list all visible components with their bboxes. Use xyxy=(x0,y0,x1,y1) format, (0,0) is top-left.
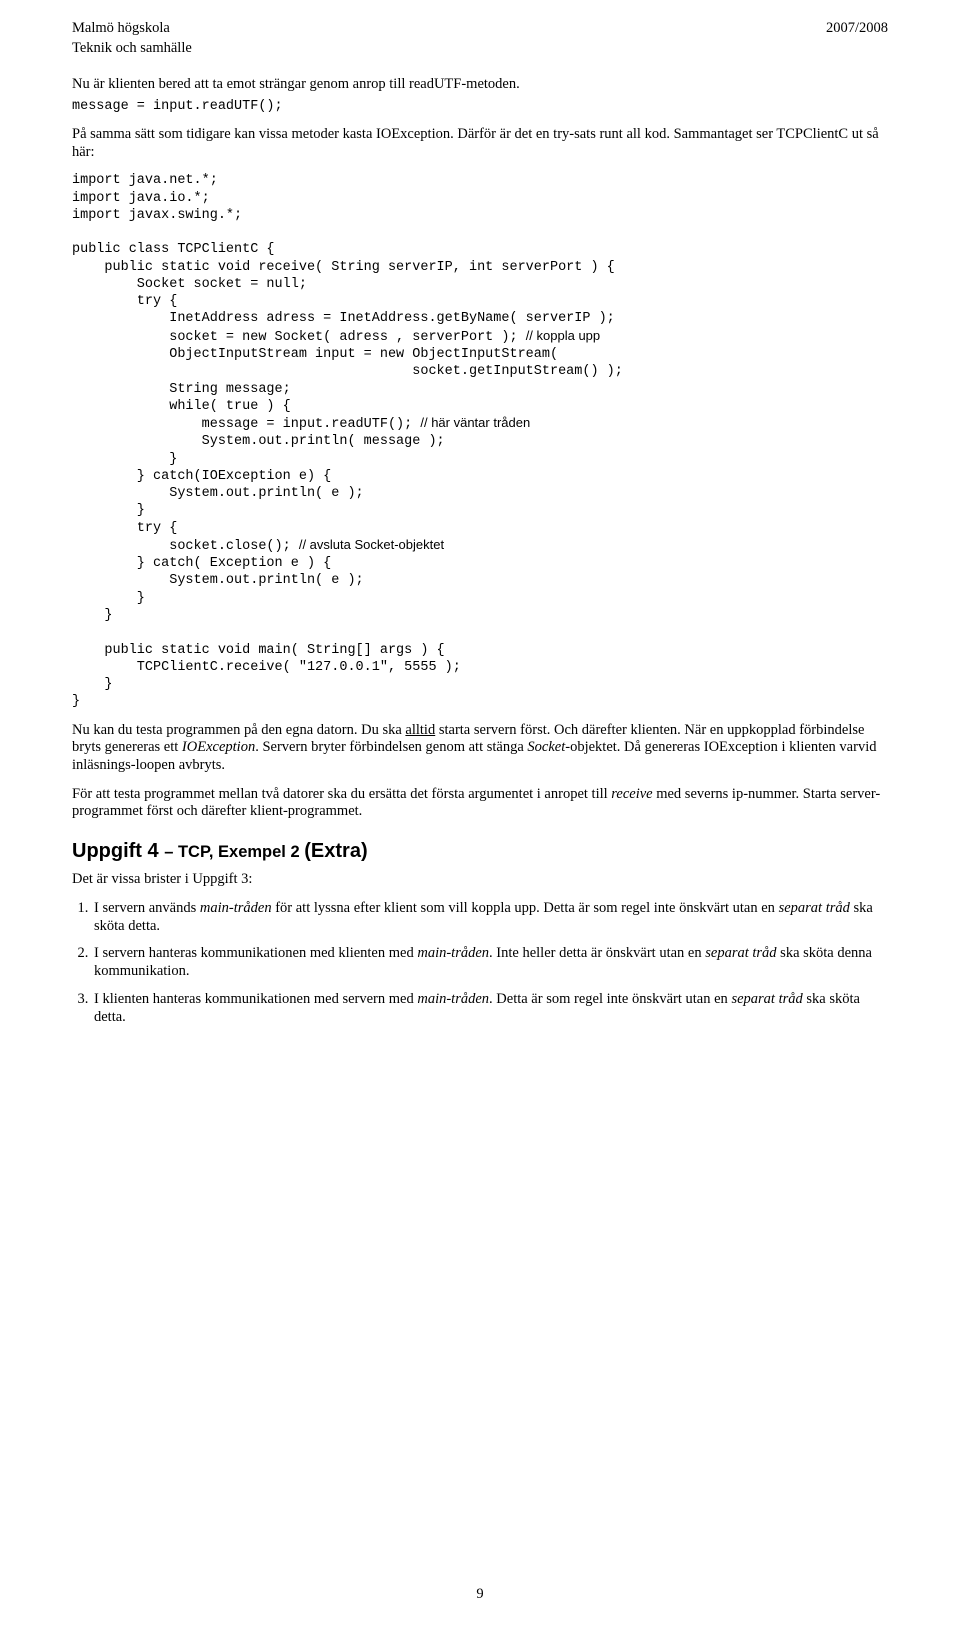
code-line: String message; xyxy=(72,382,291,397)
code-line: } xyxy=(72,591,145,606)
code-line: import java.net.*; xyxy=(72,173,218,188)
code-line: ObjectInputStream input = new ObjectInpu… xyxy=(72,347,558,362)
code-line: } xyxy=(72,608,113,623)
list-item: I servern används main-tråden för att ly… xyxy=(92,900,888,935)
code-comment: // här väntar tråden xyxy=(420,415,530,430)
header-department: Teknik och samhälle xyxy=(72,40,192,58)
code-line: try { xyxy=(72,294,177,309)
code-line: import java.io.*; xyxy=(72,191,210,206)
page-number: 9 xyxy=(0,1586,960,1604)
text-italic: separat tråd xyxy=(779,900,850,916)
header-year: 2007/2008 xyxy=(826,20,888,38)
text: För att testa programmet mellan två dato… xyxy=(72,786,611,802)
code-line: socket = new Socket( adress , serverPort… xyxy=(72,330,526,345)
code-line: while( true ) { xyxy=(72,399,291,414)
code-line: public class TCPClientC { xyxy=(72,242,275,257)
text: . Servern bryter förbindelsen genom att … xyxy=(255,739,527,755)
paragraph-intro: Nu är klienten bered att ta emot stränga… xyxy=(72,76,888,94)
code-line: public static void receive( String serve… xyxy=(72,260,615,275)
text: I klienten hanteras kommunikationen med … xyxy=(94,991,417,1007)
text: . Detta är som regel inte önskvärt utan … xyxy=(489,991,731,1007)
text-italic: Socket xyxy=(527,739,565,755)
list-item: I klienten hanteras kommunikationen med … xyxy=(92,991,888,1026)
paragraph-test-two-computers: För att testa programmet mellan två dato… xyxy=(72,786,888,821)
code-comment: // avsluta Socket-objektet xyxy=(299,537,444,552)
code-line: } xyxy=(72,503,145,518)
text-italic: receive xyxy=(611,786,652,802)
code-line: public static void main( String[] args )… xyxy=(72,643,445,658)
list-item: I servern hanteras kommunikationen med k… xyxy=(92,945,888,980)
text-italic: separat tråd xyxy=(731,991,802,1007)
code-line: } xyxy=(72,694,80,709)
text: . Inte heller detta är önskvärt utan en xyxy=(489,945,705,961)
text-italic: main-tråden xyxy=(417,945,489,961)
code-inline-readutf: message = input.readUTF(); xyxy=(72,98,888,115)
code-line: System.out.println( e ); xyxy=(72,573,364,588)
text: I servern hanteras kommunikationen med k… xyxy=(94,945,417,961)
header-left: Malmö högskola Teknik och samhälle xyxy=(72,20,192,57)
code-line: } catch(IOException e) { xyxy=(72,469,331,484)
code-line: try { xyxy=(72,521,177,536)
paragraph-2: På samma sätt som tidigare kan vissa met… xyxy=(72,126,888,161)
code-line: } xyxy=(72,677,113,692)
code-line: System.out.println( e ); xyxy=(72,486,364,501)
heading-extra: (Extra) xyxy=(304,840,367,862)
code-line: message = input.readUTF(); xyxy=(72,417,420,432)
content: Nu är klienten bered att ta emot stränga… xyxy=(72,20,888,1026)
text: för att lyssna efter klient som vill kop… xyxy=(272,900,779,916)
text: I servern används xyxy=(94,900,200,916)
header-institution: Malmö högskola xyxy=(72,20,192,38)
heading-uppgift-4: Uppgift 4 – TCP, Exempel 2 (Extra) xyxy=(72,839,888,863)
text-italic: IOException xyxy=(182,739,255,755)
code-line: Socket socket = null; xyxy=(72,277,307,292)
paragraph-test-local: Nu kan du testa programmen på den egna d… xyxy=(72,722,888,775)
text-italic: main-tråden xyxy=(200,900,272,916)
code-line: socket.getInputStream() ); xyxy=(72,364,623,379)
code-line: } xyxy=(72,452,177,467)
numbered-list: I servern används main-tråden för att ly… xyxy=(72,900,888,1026)
text-italic: main-tråden xyxy=(417,991,489,1007)
heading-sub: – TCP, Exempel 2 xyxy=(164,843,304,861)
code-line: InetAddress adress = InetAddress.getByNa… xyxy=(72,311,615,326)
paragraph-brister: Det är vissa brister i Uppgift 3: xyxy=(72,871,888,889)
text-underline: alltid xyxy=(405,722,435,738)
code-line: import javax.swing.*; xyxy=(72,208,242,223)
text: Nu kan du testa programmen på den egna d… xyxy=(72,722,405,738)
text-italic: separat tråd xyxy=(705,945,776,961)
code-line: TCPClientC.receive( "127.0.0.1", 5555 ); xyxy=(72,660,461,675)
code-line: System.out.println( message ); xyxy=(72,434,445,449)
code-comment: // koppla upp xyxy=(526,328,600,343)
code-line: } catch( Exception e ) { xyxy=(72,556,331,571)
code-block-tcpclientc: import java.net.*; import java.io.*; imp… xyxy=(72,172,888,710)
page: Malmö högskola Teknik och samhälle 2007/… xyxy=(0,0,960,1626)
code-line: socket.close(); xyxy=(72,539,299,554)
heading-main: Uppgift 4 xyxy=(72,840,164,862)
